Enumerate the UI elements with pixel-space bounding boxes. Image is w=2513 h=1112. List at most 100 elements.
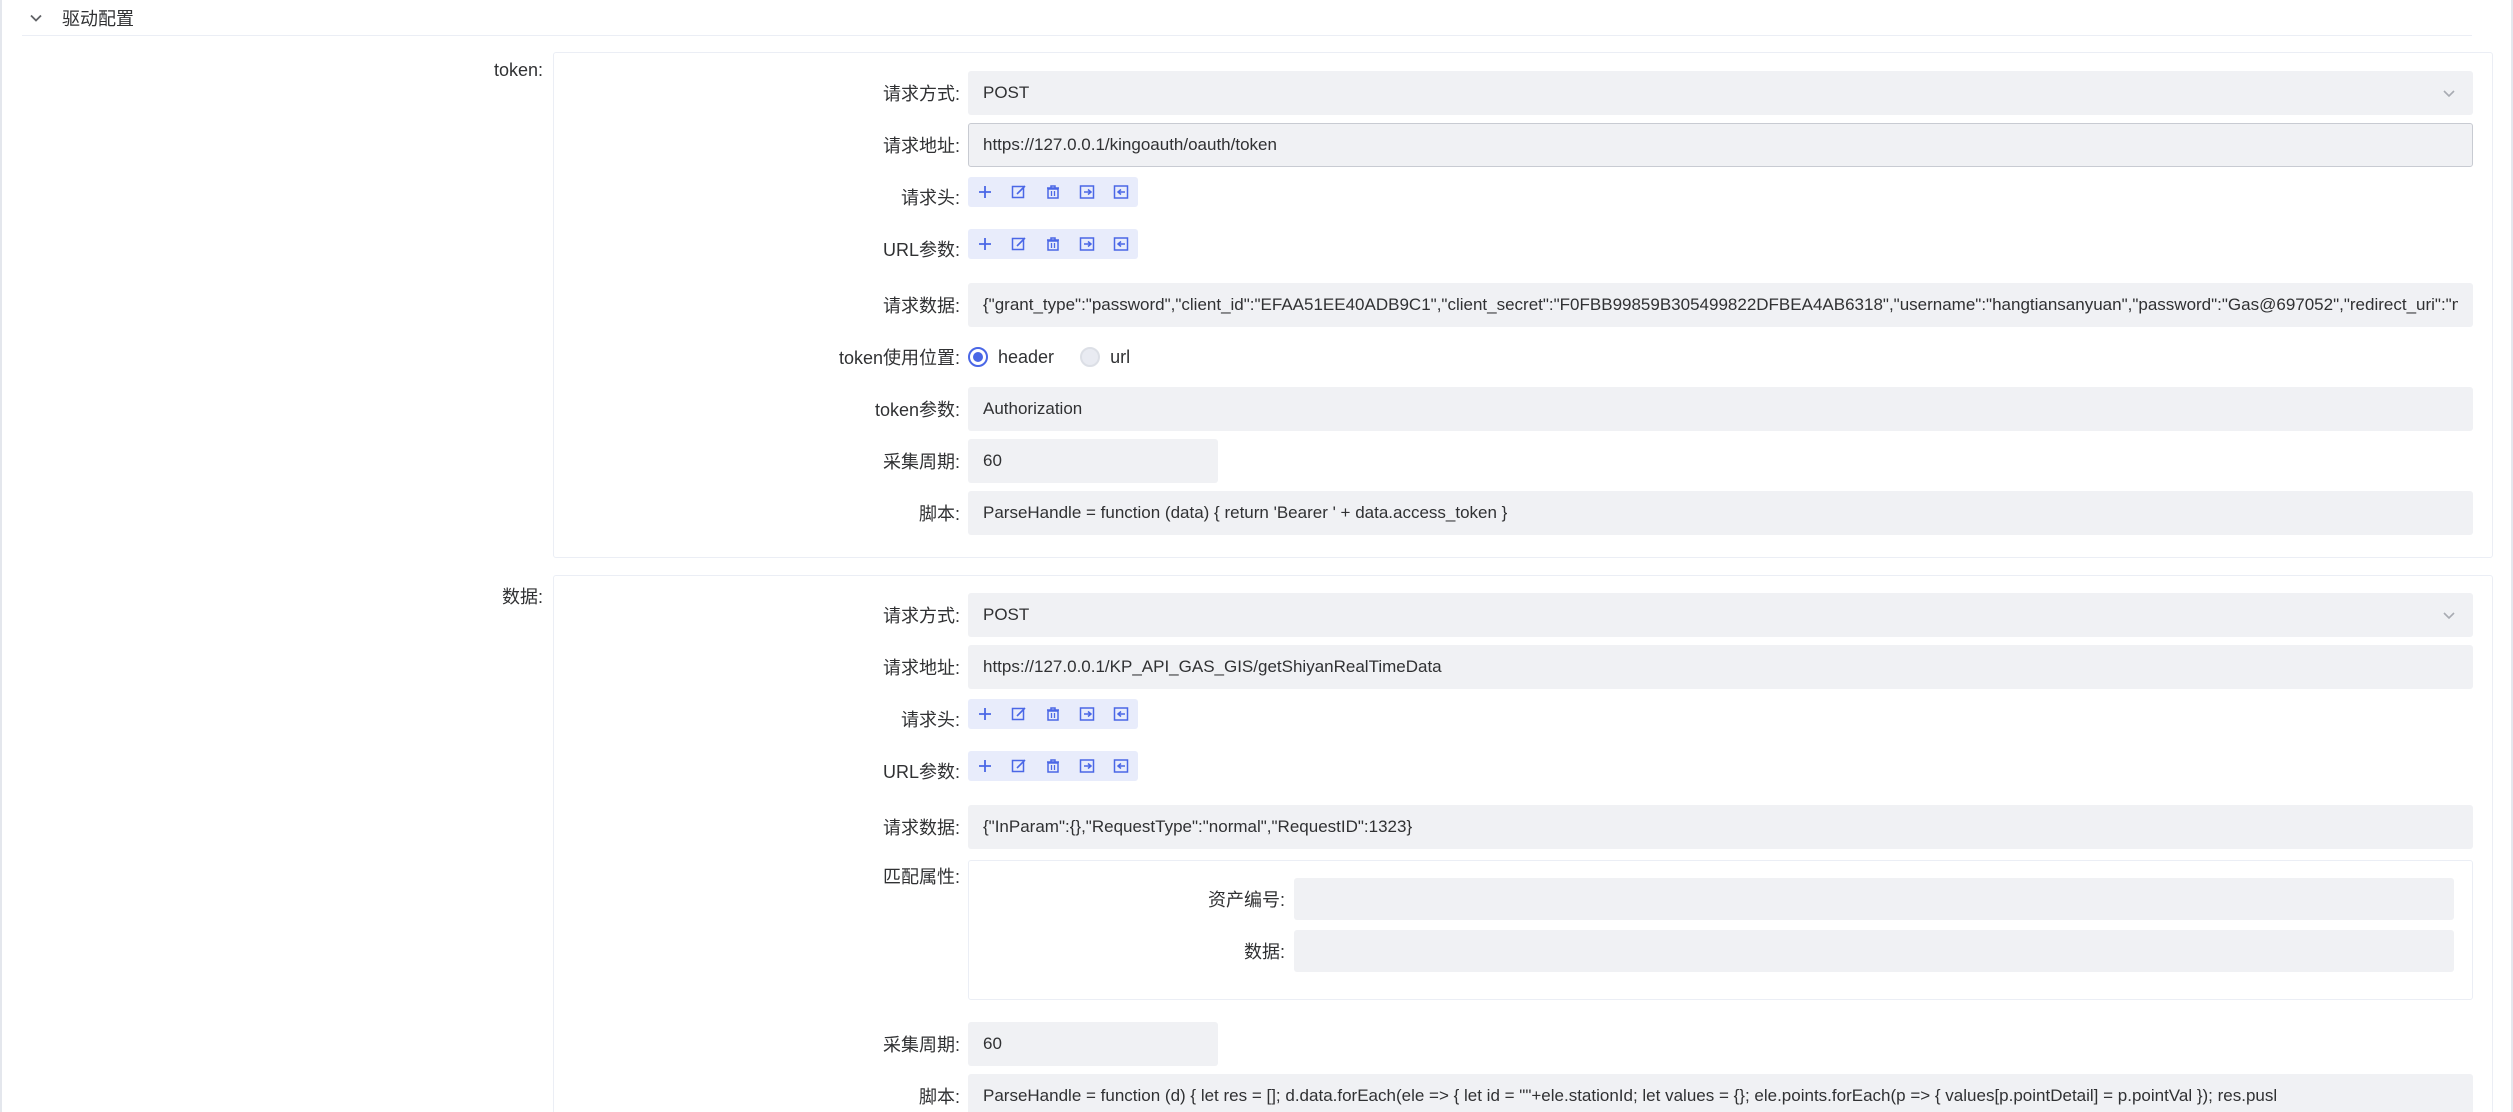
radio-header[interactable]: header	[968, 347, 1054, 368]
plus-icon[interactable]	[968, 699, 1002, 729]
delete-icon[interactable]	[1036, 177, 1070, 207]
token-group-label: token:	[493, 60, 543, 80]
data-method-select[interactable]: POST	[968, 593, 2473, 637]
match-data-row: 数据:	[969, 929, 2472, 973]
edit-icon[interactable]	[1002, 177, 1036, 207]
edit-icon[interactable]	[1002, 699, 1036, 729]
match-asset-label: 资产编号:	[1207, 890, 1285, 910]
export-icon[interactable]	[1104, 699, 1138, 729]
data-url-row: 请求地址: https://127.0.0.1/KP_API_GAS_GIS/g…	[554, 645, 2492, 689]
data-match-label: 匹配属性:	[882, 867, 960, 887]
token-script-input[interactable]: ParseHandle = function (data) { return '…	[968, 491, 2473, 535]
data-period-value: 60	[983, 1034, 1002, 1053]
data-headers-row: 请求头:	[554, 697, 2492, 741]
data-headers-label: 请求头:	[900, 710, 960, 730]
token-headers-row: 请求头:	[554, 175, 2492, 219]
token-method-select[interactable]: POST	[968, 71, 2473, 115]
import-icon[interactable]	[1070, 699, 1104, 729]
data-card: 请求方式: POST 请求地址: https://127.0.0.1/KP_AP…	[553, 575, 2493, 1112]
data-script-label: 脚本:	[918, 1087, 960, 1107]
plus-icon[interactable]	[968, 229, 1002, 259]
data-method-label: 请求方式:	[882, 606, 960, 626]
data-script-value: ParseHandle = function (d) { let res = […	[983, 1086, 2278, 1105]
radio-header-label: header	[998, 346, 1055, 367]
match-asset-input[interactable]	[1294, 878, 2454, 920]
import-icon[interactable]	[1070, 177, 1104, 207]
token-body-label: 请求数据:	[882, 296, 960, 316]
token-body-row: 请求数据: {"grant_type":"password","client_i…	[554, 283, 2492, 327]
token-method-label: 请求方式:	[882, 84, 960, 104]
chevron-down-icon[interactable]	[22, 4, 50, 32]
data-script-input[interactable]: ParseHandle = function (d) { let res = […	[968, 1074, 2473, 1112]
data-period-input[interactable]: 60	[968, 1022, 1218, 1066]
data-period-row: 采集周期: 60	[554, 1022, 2492, 1066]
token-param-row: token参数: Authorization	[554, 387, 2492, 431]
token-period-input[interactable]: 60	[968, 439, 1218, 483]
data-params-toolbar	[968, 751, 1138, 781]
import-icon[interactable]	[1070, 229, 1104, 259]
section-header-driver-config[interactable]: 驱动配置	[22, 0, 2472, 36]
token-method-row: 请求方式: POST	[554, 71, 2492, 115]
delete-icon[interactable]	[1036, 229, 1070, 259]
data-period-label: 采集周期:	[882, 1035, 960, 1055]
token-url-input[interactable]: https://127.0.0.1/kingoauth/oauth/token	[968, 123, 2473, 167]
token-position-radio-group: header url	[968, 335, 1156, 379]
export-icon[interactable]	[1104, 229, 1138, 259]
token-params-label: URL参数:	[882, 240, 960, 260]
data-body-label: 请求数据:	[882, 818, 960, 838]
radio-url-label: url	[1110, 346, 1131, 367]
token-position-row: token使用位置: header url	[554, 335, 2492, 379]
radio-url[interactable]: url	[1080, 347, 1130, 368]
data-body-value: {"InParam":{},"RequestType":"normal","Re…	[983, 817, 1413, 836]
data-url-value: https://127.0.0.1/KP_API_GAS_GIS/getShiy…	[983, 657, 1442, 676]
data-method-value: POST	[983, 605, 1030, 624]
token-period-value: 60	[983, 451, 1002, 470]
token-period-label: 采集周期:	[882, 452, 960, 472]
token-params-toolbar	[968, 229, 1138, 259]
token-param-label: token参数:	[874, 400, 960, 420]
export-icon[interactable]	[1104, 751, 1138, 781]
token-script-value: ParseHandle = function (data) { return '…	[983, 503, 1508, 522]
chevron-down-icon	[2440, 606, 2458, 624]
data-url-label: 请求地址:	[882, 658, 960, 678]
data-params-label: URL参数:	[882, 762, 960, 782]
radio-unchecked-icon	[1080, 347, 1101, 367]
match-asset-row: 资产编号:	[969, 877, 2472, 921]
data-method-row: 请求方式: POST	[554, 593, 2492, 637]
token-headers-toolbar	[968, 177, 1138, 207]
edit-icon[interactable]	[1002, 751, 1036, 781]
token-url-value: https://127.0.0.1/kingoauth/oauth/token	[983, 135, 1277, 154]
token-period-row: 采集周期: 60	[554, 439, 2492, 483]
token-body-value: {"grant_type":"password","client_id":"EF…	[983, 295, 2458, 314]
token-params-row: URL参数:	[554, 227, 2492, 271]
token-method-value: POST	[983, 83, 1030, 102]
data-body-row: 请求数据: {"InParam":{},"RequestType":"norma…	[554, 805, 2492, 849]
token-param-input[interactable]: Authorization	[968, 387, 2473, 431]
match-data-label: 数据:	[1243, 942, 1285, 962]
delete-icon[interactable]	[1036, 699, 1070, 729]
token-position-label: token使用位置:	[838, 348, 960, 368]
data-group-label: 数据:	[501, 587, 543, 607]
data-script-row: 脚本: ParseHandle = function (d) { let res…	[554, 1074, 2492, 1112]
data-params-row: URL参数:	[554, 749, 2492, 793]
delete-icon[interactable]	[1036, 751, 1070, 781]
token-card: 请求方式: POST 请求地址: https://127.0.0.1/kingo…	[553, 52, 2493, 558]
token-headers-label: 请求头:	[900, 188, 960, 208]
export-icon[interactable]	[1104, 177, 1138, 207]
section-title: 驱动配置	[62, 8, 134, 29]
edit-icon[interactable]	[1002, 229, 1036, 259]
plus-icon[interactable]	[968, 751, 1002, 781]
data-headers-toolbar	[968, 699, 1138, 729]
token-script-row: 脚本: ParseHandle = function (data) { retu…	[554, 491, 2492, 535]
token-body-input[interactable]: {"grant_type":"password","client_id":"EF…	[968, 283, 2473, 327]
plus-icon[interactable]	[968, 177, 1002, 207]
token-script-label: 脚本:	[918, 504, 960, 524]
token-param-value: Authorization	[983, 399, 1083, 418]
radio-checked-icon	[968, 347, 988, 367]
import-icon[interactable]	[1070, 751, 1104, 781]
data-body-input[interactable]: {"InParam":{},"RequestType":"normal","Re…	[968, 805, 2473, 849]
data-url-input[interactable]: https://127.0.0.1/KP_API_GAS_GIS/getShiy…	[968, 645, 2473, 689]
chevron-down-icon	[2440, 84, 2458, 102]
match-data-input[interactable]	[1294, 930, 2454, 972]
match-attributes-card: 资产编号: 数据:	[968, 860, 2473, 1000]
